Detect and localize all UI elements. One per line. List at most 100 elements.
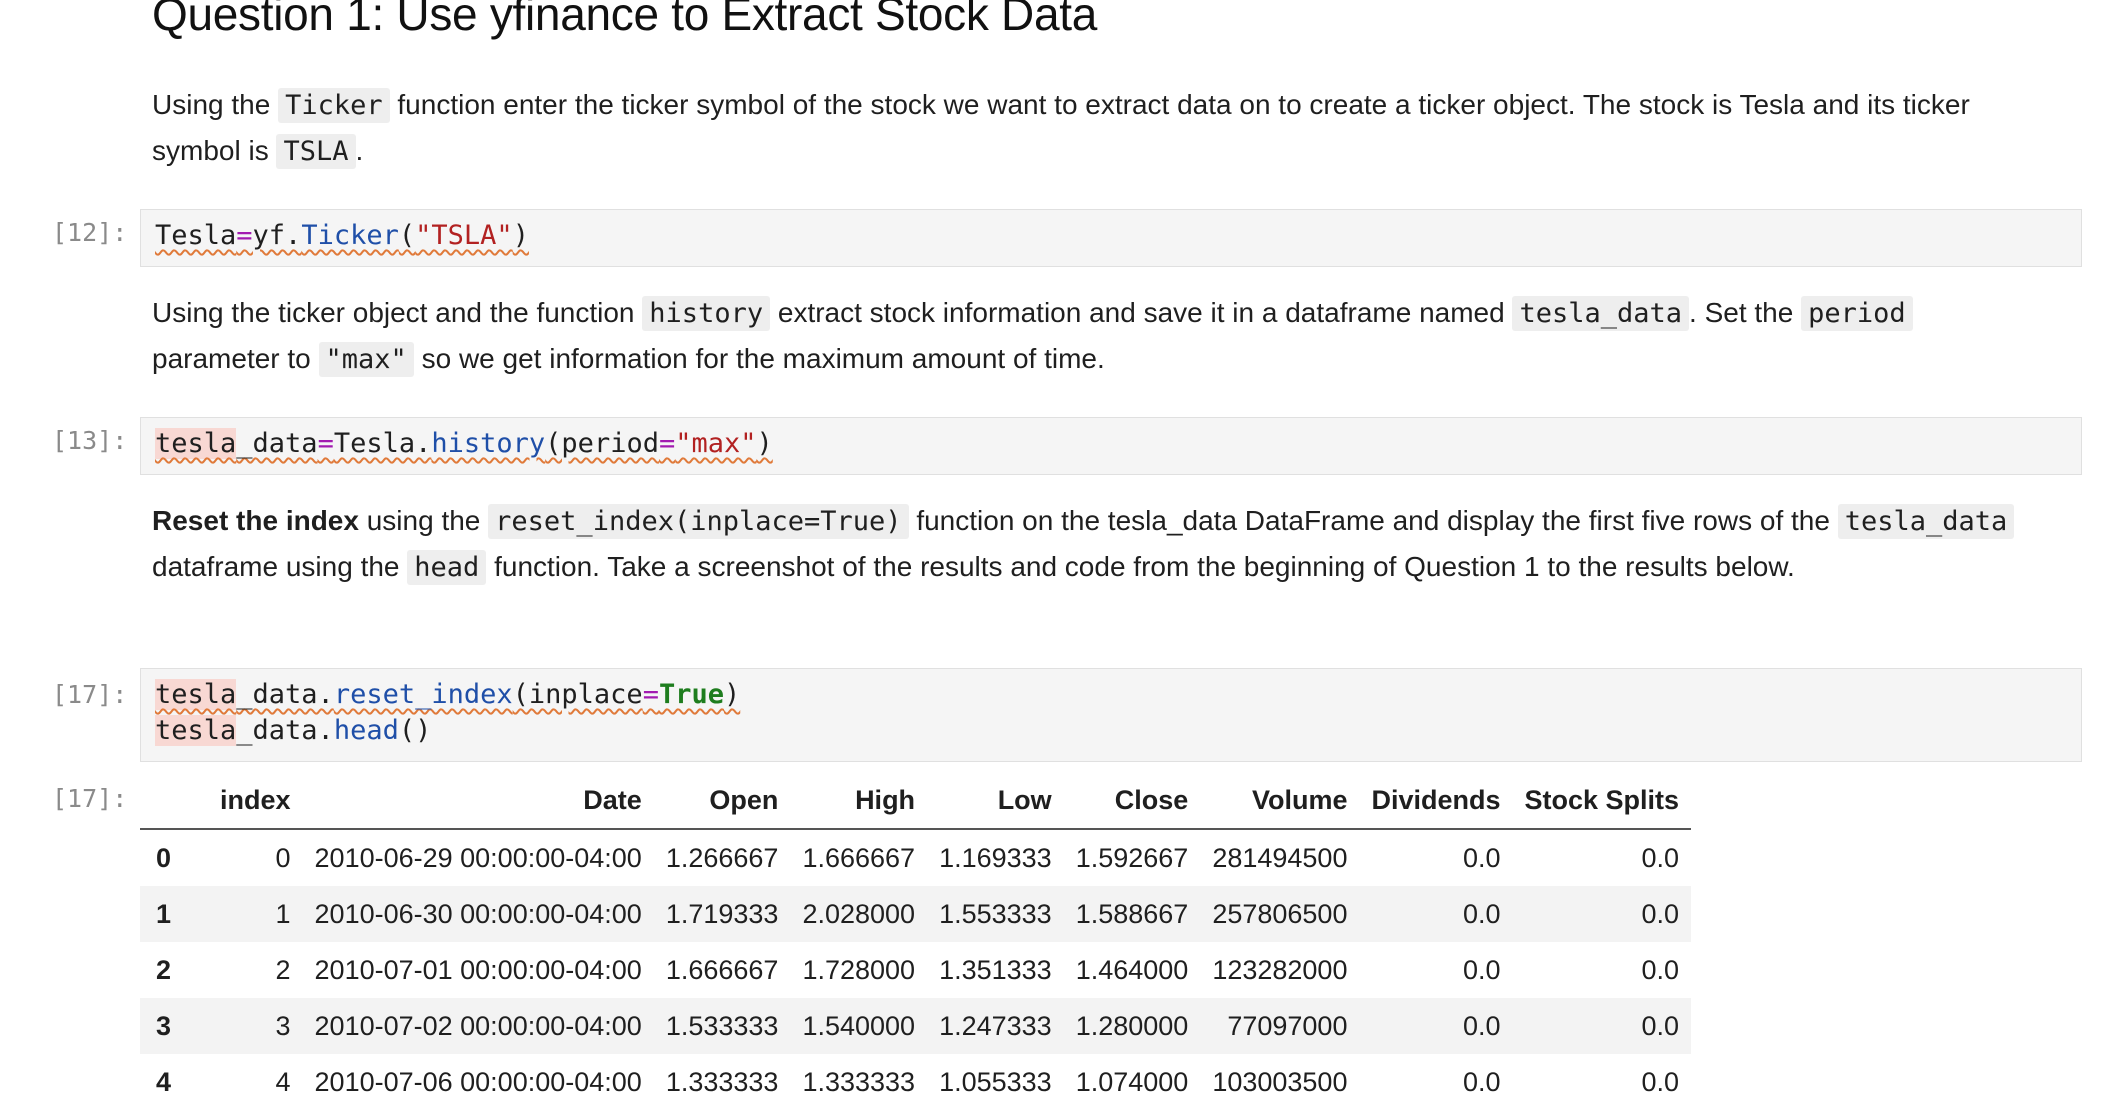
table-cell: 1.055333 [939,1066,1052,1097]
code-token: reset_index [333,679,513,710]
row-index-label: 0 [156,842,172,873]
inline-code-tsla: TSLA [276,134,356,169]
table-cell: 1.719333 [665,898,779,929]
code-token: _data [236,428,318,459]
md-text: . [355,135,364,166]
md-text: function. Take a screenshot of the resul… [486,551,1795,582]
markdown-cell-history-instructions[interactable]: Using the ticker object and the function… [152,290,2032,382]
code-cell-13[interactable]: tesla_data=Tesla.history(period="max") [140,417,2082,475]
code-token: "TSLA" [415,220,513,251]
code-token: = [317,428,334,459]
code-token: history [431,428,546,459]
table-cell: 1.592667 [1075,842,1189,873]
code-token: = [658,428,676,459]
table-cell: 0.0 [1641,954,1680,985]
table-cell: 2010-07-01 00:00:00-04:00 [314,954,642,985]
table-cell: 103003500 [1212,1066,1348,1097]
input-prompt-13: [13]: [52,426,128,455]
table-cell: 3 [275,1010,291,1041]
md-text: parameter to [152,343,319,374]
code-line: tesla_data.head() [155,713,2067,749]
code-cell-17[interactable]: tesla_data.reset_index(inplace=True) tesl… [140,668,2082,762]
table-cell: 2010-06-29 00:00:00-04:00 [314,842,642,873]
code-token: ) [723,679,741,710]
table-cell: 0.0 [1641,842,1680,873]
code-line: tesla_data.reset_index(inplace=True) [155,677,2067,713]
code-line: Tesla=yf.Ticker("TSLA") [155,218,2067,254]
code-token: (period [545,428,659,459]
code-token: _data. [236,679,334,710]
md-text: function on the tesla_data DataFrame and… [908,505,1838,536]
table-cell: 1.351333 [939,954,1052,985]
code-token: ) [756,428,773,459]
code-line: tesla_data=Tesla.history(period="max") [155,426,2067,462]
column-header: Low [927,772,1064,830]
inline-code-tesla-data: tesla_data [1837,504,2015,539]
table-row: 2 2 2010-07-01 00:00:00-04:00 1.666667 1.728… [140,942,1691,998]
row-index-label: 2 [156,954,172,985]
inline-code-history: history [642,296,771,331]
column-header: Dividends [1359,772,1513,830]
table-cell: 0.0 [1462,842,1501,873]
table-cell: 1.280000 [1075,1010,1189,1041]
table-cell: 0.0 [1641,1010,1680,1041]
row-index-label: 4 [156,1066,172,1097]
code-token: Tesla [155,220,237,251]
table-cell: 1.728000 [802,954,916,985]
code-token: tesla [155,428,237,459]
table-cell: 2010-07-02 00:00:00-04:00 [314,1010,642,1041]
table-cell: 2010-06-30 00:00:00-04:00 [314,898,642,929]
inline-code-reset-index: reset_index(inplace=True) [488,504,909,539]
table-cell: 2.028000 [802,898,916,929]
md-text: Using the ticker object and the function [152,297,643,328]
code-token: tesla [155,679,237,710]
table-cell: 0.0 [1641,898,1680,929]
table-cell: 0.0 [1641,1066,1680,1097]
code-token: (inplace [512,679,643,710]
code-cell-12[interactable]: Tesla=yf.Ticker("TSLA") [140,209,2082,267]
table-cell: 77097000 [1227,1010,1348,1041]
table-cell: 0.0 [1462,898,1501,929]
table-row: 4 4 2010-07-06 00:00:00-04:00 1.333333 1.333… [140,1054,1691,1110]
code-token: ) [512,220,529,251]
code-token: head [333,715,399,746]
md-text: using the [358,505,489,536]
table-cell: 0.0 [1462,1010,1501,1041]
md-text: extract stock information and save it in… [770,297,1513,328]
table-cell: 281494500 [1212,842,1348,873]
dataframe-output: index Date Open High Low Close Volume Dividends… [140,772,1692,1110]
table-row: 1 1 2010-06-30 00:00:00-04:00 1.719333 2.028… [140,886,1692,942]
md-text: Using the [152,89,279,120]
table-cell: 2 [275,954,291,985]
section-heading: Question 1: Use yfinance to Extract Stoc… [152,0,1097,40]
inline-code-max: "max" [318,342,414,377]
md-text: dataframe using the [152,551,408,582]
code-token: "max" [675,428,757,459]
table-cell: 1.588667 [1075,898,1189,929]
table-cell: 4 [275,1066,291,1097]
md-text: so we get information for the maximum am… [413,343,1105,374]
code-token: Ticker [301,220,399,251]
table-cell: 1.553333 [939,898,1052,929]
code-token: ( [398,220,416,251]
column-header: Stock Splits [1512,772,1692,830]
table-cell: 1.464000 [1075,954,1189,985]
column-header [140,772,208,830]
table-row: 3 3 2010-07-02 00:00:00-04:00 1.533333 1.540… [140,998,1692,1054]
column-header: Open [653,772,791,830]
table-cell: 2010-07-06 00:00:00-04:00 [314,1066,642,1097]
markdown-cell-reset-index-instructions[interactable]: Reset the index using the reset_index(in… [152,498,2032,590]
table-cell: 0.0 [1462,1066,1501,1097]
column-header: High [790,772,928,830]
markdown-cell-ticker-instructions[interactable]: Using the Ticker function enter the tick… [152,82,2032,174]
column-header: index [208,772,303,830]
input-prompt-17: [17]: [52,680,128,709]
table-cell: 1 [275,898,291,929]
table-cell: 1.074000 [1075,1066,1189,1097]
inline-code-head: head [407,550,487,585]
code-token: yf. [252,220,302,251]
code-token: () [398,715,432,746]
code-token: _data. [236,715,334,746]
table-cell: 1.169333 [939,842,1052,873]
code-token: True [658,679,724,710]
